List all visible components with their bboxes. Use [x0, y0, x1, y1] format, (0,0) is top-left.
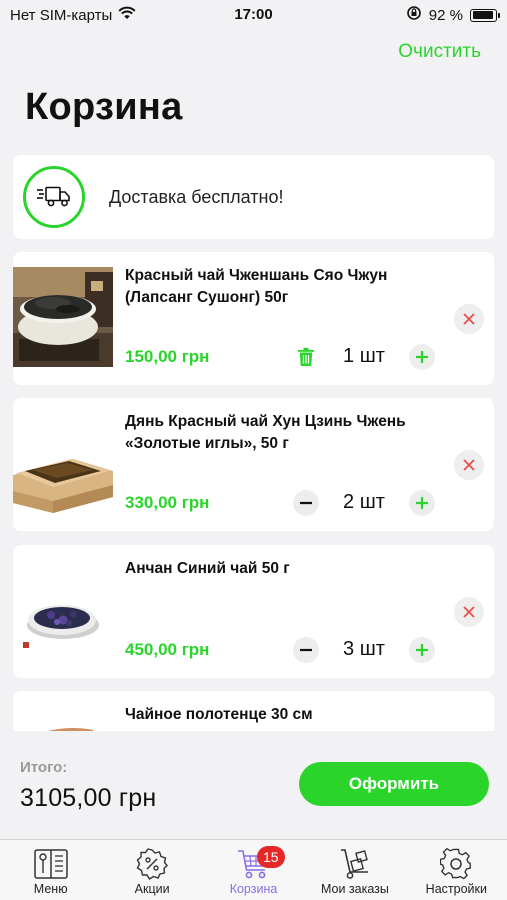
delivery-banner: Доставка бесплатно!	[13, 155, 494, 239]
close-icon	[463, 459, 475, 471]
tab-settings[interactable]: Настройки	[406, 840, 507, 900]
product-name: Дянь Красный чай Хун Цзинь Чжень «Золоты…	[125, 413, 406, 452]
discount-gear-icon	[136, 847, 169, 881]
tab-menu[interactable]: Меню	[0, 840, 101, 900]
minus-icon[interactable]	[293, 637, 319, 663]
product-name: Анчан Синий чай 50 г	[125, 560, 290, 577]
battery-icon	[470, 8, 500, 22]
cart-item: Красный чай Чженшань Сяо Чжун (Лапсанг С…	[13, 252, 494, 385]
total-value: 3105,00 грн	[20, 784, 157, 812]
tab-label: Акции	[134, 882, 170, 896]
tab-cart[interactable]: 15 Корзина	[203, 840, 304, 900]
quantity-stepper: 2 шт	[293, 490, 435, 516]
remove-item-button[interactable]	[454, 304, 484, 334]
battery-percent: 92 %	[428, 6, 463, 24]
status-right: 92 %	[406, 5, 500, 25]
tab-label: Настройки	[425, 882, 487, 896]
product-name: Чайное полотенце 30 см	[125, 706, 313, 723]
close-icon	[463, 606, 475, 618]
remove-item-button[interactable]	[454, 597, 484, 627]
remove-item-button[interactable]	[454, 450, 484, 480]
product-price: 450,00 грн	[125, 640, 210, 659]
product-price: 150,00 грн	[125, 347, 210, 366]
quantity-value: 1 шт	[343, 345, 385, 367]
quantity-stepper: 1 шт	[293, 344, 435, 370]
gear-icon	[440, 847, 472, 881]
clear-cart-button[interactable]: Очистить	[398, 41, 481, 63]
delivery-text: Доставка бесплатно!	[109, 186, 284, 207]
tab-label: Корзина	[229, 882, 278, 896]
checkout-button[interactable]: Оформить	[299, 762, 489, 806]
product-image	[13, 560, 113, 660]
checkout-bar: Итого: 3105,00 грн Оформить	[0, 731, 507, 839]
plus-icon[interactable]	[409, 637, 435, 663]
tab-label: Меню	[33, 882, 68, 896]
plus-icon[interactable]	[409, 490, 435, 516]
quantity-value: 2 шт	[343, 491, 385, 513]
quantity-value: 3 шт	[343, 638, 385, 660]
plus-icon[interactable]	[409, 344, 435, 370]
tab-promotions[interactable]: Акции	[101, 840, 202, 900]
total-label: Итого:	[20, 759, 68, 776]
tab-my-orders[interactable]: Мои заказы	[304, 840, 405, 900]
close-icon	[463, 313, 475, 325]
trash-icon[interactable]	[294, 344, 318, 370]
product-price: 330,00 грн	[125, 493, 210, 512]
truck-icon	[23, 166, 85, 228]
product-name: Красный чай Чженшань Сяо Чжун (Лапсанг С…	[125, 267, 388, 306]
quantity-stepper: 3 шт	[293, 637, 435, 663]
hand-truck-icon	[338, 847, 372, 881]
cart-item: Дянь Красный чай Хун Цзинь Чжень «Золоты…	[13, 398, 494, 531]
battery-fill	[472, 11, 493, 19]
minus-icon[interactable]	[293, 490, 319, 516]
cart-count-badge: 15	[256, 846, 285, 868]
menu-book-icon	[33, 847, 69, 881]
tab-label: Мои заказы	[320, 882, 389, 896]
tab-bar: Меню Акции 15 Корзина Мои заказы Настрой…	[0, 839, 507, 900]
product-image	[13, 267, 113, 367]
page-title: Корзина	[25, 86, 183, 128]
status-bar: Нет SIM-карты 17:00 92 %	[0, 0, 507, 30]
product-image	[13, 413, 113, 513]
cart-item: Анчан Синий чай 50 г 450,00 грн 3 шт	[13, 545, 494, 678]
orientation-lock-icon	[406, 5, 422, 25]
